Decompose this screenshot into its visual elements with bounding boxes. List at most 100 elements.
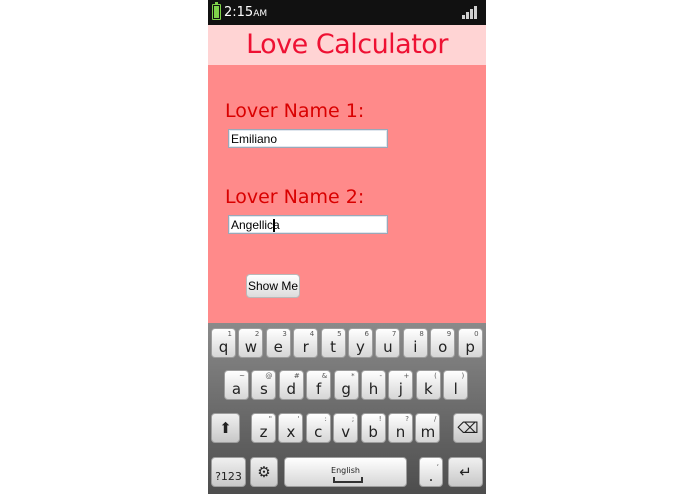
- key-hint: 0: [474, 330, 479, 338]
- key-hint: :: [324, 415, 327, 423]
- key-hint: 5: [337, 330, 342, 338]
- key-label: q: [218, 338, 229, 356]
- symbols-key[interactable]: ?123: [211, 457, 246, 487]
- key-w[interactable]: 2w: [238, 328, 264, 358]
- key-hint: 2: [254, 330, 260, 338]
- key-label: s: [259, 380, 268, 398]
- key-p[interactable]: 0p: [457, 328, 483, 358]
- key-label: t: [330, 338, 337, 356]
- key-q[interactable]: 1q: [211, 328, 236, 358]
- key-hint: 1: [227, 330, 232, 338]
- key-hint: 3: [282, 330, 287, 338]
- key-o[interactable]: 9o: [430, 328, 456, 358]
- key-b[interactable]: ! b: [360, 413, 386, 443]
- key-a[interactable]: ~ a: [224, 370, 249, 400]
- lover2-input[interactable]: [228, 215, 388, 234]
- key-c[interactable]: :c: [305, 413, 331, 443]
- key-hint: (: [434, 372, 437, 380]
- key-e[interactable]: 3e: [265, 328, 291, 358]
- key-f[interactable]: & f: [306, 370, 332, 400]
- key-h[interactable]: -h: [361, 370, 386, 400]
- key-z[interactable]: " z: [251, 413, 276, 443]
- signal-icon: [462, 6, 478, 19]
- key-label: n: [395, 423, 406, 441]
- key-label: b: [368, 423, 378, 441]
- key-label: w: [244, 338, 258, 356]
- key-label: x: [286, 423, 296, 441]
- settings-key[interactable]: ⚙: [250, 457, 278, 487]
- key-label: g: [341, 380, 351, 398]
- enter-key[interactable]: ↵: [448, 457, 483, 487]
- shift-arrow-icon: ⬆: [219, 419, 232, 437]
- key-label: i: [413, 338, 418, 356]
- key-x[interactable]: ' x: [278, 413, 304, 443]
- key-k[interactable]: (k: [415, 370, 441, 400]
- key-t[interactable]: 5t: [320, 328, 346, 358]
- battery-icon: [212, 2, 221, 20]
- show-me-button[interactable]: Show Me: [246, 274, 300, 298]
- key-s[interactable]: @ s: [251, 370, 277, 400]
- key-hint: ": [268, 415, 272, 423]
- backspace-icon: ⌫: [457, 419, 479, 437]
- key-label: l: [453, 380, 458, 398]
- key-hint: /: [434, 415, 437, 423]
- key-u[interactable]: 7u: [375, 328, 401, 358]
- key-label: c: [314, 423, 323, 441]
- key-hint: ?: [405, 415, 409, 423]
- key-l[interactable]: ) l: [443, 370, 469, 400]
- status-time: 2:15AM: [224, 5, 268, 20]
- key-hint: ;: [351, 415, 355, 423]
- key-r[interactable]: 4r: [293, 328, 319, 358]
- app-title: Love Calculator: [246, 29, 448, 60]
- key-hint: ~: [239, 372, 245, 380]
- text-cursor: [273, 219, 275, 232]
- key-label: j: [398, 380, 403, 398]
- key-d[interactable]: # d: [278, 370, 304, 400]
- lover1-input[interactable]: [228, 129, 388, 148]
- status-ampm: AM: [253, 9, 268, 19]
- key-label: u: [383, 338, 393, 356]
- enter-arrow-icon: ↵: [459, 463, 472, 481]
- lover1-label: Lover Name 1:: [225, 100, 365, 122]
- space-key[interactable]: English: [284, 457, 407, 487]
- gear-icon: ⚙: [257, 463, 271, 481]
- key-n[interactable]: ? n: [388, 413, 413, 443]
- lover2-label: Lover Name 2:: [225, 186, 365, 208]
- key-label: y: [356, 338, 365, 356]
- phone-screen: 2:15AM Love Calculator Lover Name 1: Lov…: [208, 0, 486, 494]
- key-label: e: [273, 338, 283, 356]
- period-key[interactable]: , .: [419, 457, 443, 487]
- key-hint: !: [378, 415, 382, 423]
- key-label: o: [438, 338, 448, 356]
- soft-keyboard: 1q2w3e4r5t6y7u8i9o0p ~ a @ s # d & f * g - h + j(k) l …: [208, 323, 486, 494]
- key-hint: *: [351, 372, 355, 380]
- key-v[interactable]: ; v: [333, 413, 359, 443]
- key-hint: 4: [309, 330, 315, 338]
- status-bar: 2:15AM: [208, 0, 486, 25]
- key-label: k: [423, 380, 433, 398]
- key-hint: ': [297, 415, 300, 423]
- key-label: z: [259, 423, 268, 441]
- key-label: v: [341, 423, 351, 441]
- shift-key[interactable]: ⬆: [211, 413, 240, 443]
- key-hint: 7: [391, 330, 397, 338]
- key-hint: +: [403, 372, 410, 380]
- key-i[interactable]: 8i: [402, 328, 428, 358]
- key-label: r: [302, 338, 309, 356]
- key-j[interactable]: + j: [388, 370, 414, 400]
- key-hint: 6: [364, 330, 369, 338]
- title-bar: Love Calculator: [208, 25, 486, 65]
- key-hint: #: [293, 372, 300, 380]
- key-g[interactable]: * g: [333, 370, 359, 400]
- key-y[interactable]: 6y: [348, 328, 373, 358]
- key-label: d: [286, 380, 297, 398]
- delete-key[interactable]: ⌫: [453, 413, 483, 443]
- key-label: p: [465, 338, 475, 356]
- key-label: m: [420, 423, 436, 441]
- key-label: h: [368, 380, 379, 398]
- key-hint: @: [265, 372, 273, 380]
- key-hint: 8: [419, 330, 424, 338]
- key-label: a: [231, 380, 242, 398]
- key-hint: &: [321, 372, 328, 380]
- key-m[interactable]: / m: [415, 413, 441, 443]
